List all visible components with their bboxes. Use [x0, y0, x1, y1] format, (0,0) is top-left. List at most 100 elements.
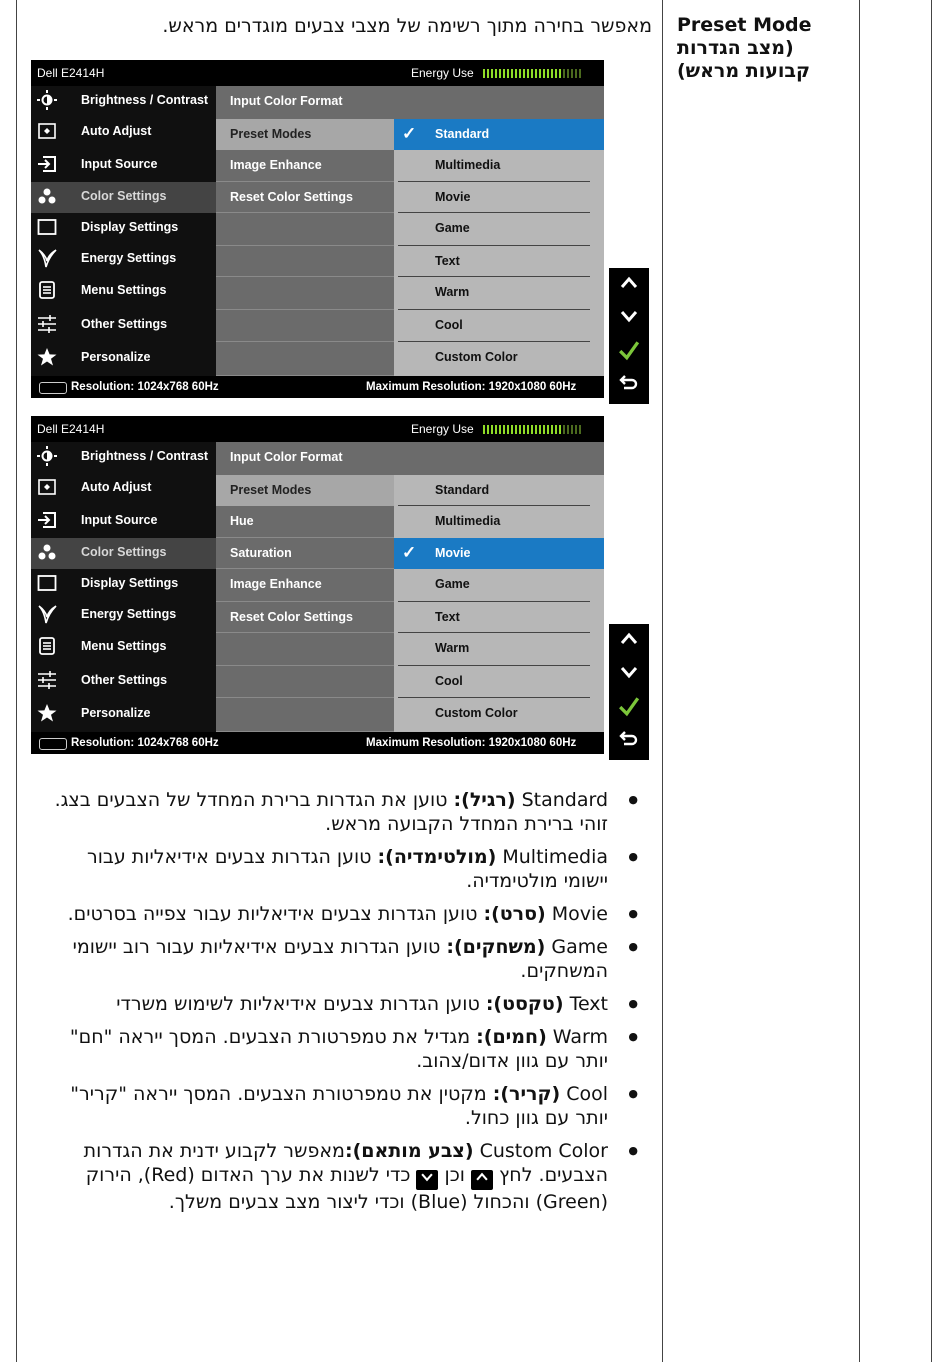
submenu-item — [216, 277, 394, 310]
back-button[interactable] — [609, 371, 649, 401]
preset-option[interactable]: Multimedia — [394, 150, 604, 182]
preset-option[interactable]: Warm — [394, 277, 604, 310]
preset-option[interactable]: Cool — [394, 666, 604, 698]
submenu-item[interactable]: Input Color Format — [216, 442, 394, 475]
submenu-item[interactable]: Hue — [216, 506, 394, 538]
menu-item-label: Personalize — [81, 706, 151, 720]
mode-name: Custom Color — [479, 1140, 608, 1162]
list-item: Cool (קריר): מקטין את טמפרטורת הצבעים. ה… — [38, 1082, 638, 1130]
menu-item-other-settings[interactable]: Other Settings — [31, 310, 216, 343]
menu-item-display-settings[interactable]: Display Settings — [31, 213, 216, 244]
menu-item-label: Auto Adjust — [81, 480, 152, 494]
submenu-item-label: Reset Color Settings — [230, 190, 353, 204]
up-button[interactable] — [609, 628, 649, 658]
submenu-item-label: Input Color Format — [230, 450, 343, 464]
preset-option[interactable]: Custom Color — [394, 698, 604, 732]
down-button[interactable] — [609, 305, 649, 335]
submenu-item[interactable]: Input Color Format — [216, 86, 394, 119]
list-item: Multimedia (מולטימדיה): טוען הגדרות צבעי… — [38, 845, 638, 893]
menu-item-label: Menu Settings — [81, 283, 167, 297]
menu-item-menu-settings[interactable]: Menu Settings — [31, 632, 216, 666]
down-icon — [619, 663, 639, 688]
menu-item-brightness-contrast[interactable]: Brightness / Contrast — [31, 442, 216, 473]
mode-description: טוען הגדרות צבעים אידיאליות עבור צפייה ב… — [67, 903, 484, 925]
input-source-icon — [37, 154, 57, 174]
vga-connector-icon — [39, 382, 67, 394]
menu-item-label: Display Settings — [81, 220, 179, 234]
down-button[interactable] — [609, 661, 649, 691]
menu-item-auto-adjust[interactable]: Auto Adjust — [31, 117, 216, 150]
menu-item-energy-settings[interactable]: Energy Settings — [31, 244, 216, 276]
preset-option[interactable]: Cool — [394, 310, 604, 342]
mode-name-hebrew: (צבע מותאם): — [344, 1140, 474, 1162]
preset-option[interactable]: Custom Color — [394, 342, 604, 376]
energy-use-label: Energy Use — [411, 66, 474, 80]
submenu-item[interactable]: Saturation — [216, 538, 394, 569]
back-button[interactable] — [609, 727, 649, 757]
vga-connector-icon — [39, 738, 67, 750]
preset-option[interactable]: Text — [394, 246, 604, 277]
submenu-item[interactable]: Reset Color Settings — [216, 602, 394, 633]
intro-text: מאפשר בחירה מתוך רשימה של מצבי צבעים מוג… — [162, 15, 652, 37]
preset-option[interactable]: Multimedia — [394, 506, 604, 538]
term-hebrew-2: קבועות מראש) — [677, 60, 810, 82]
menu-icon — [37, 636, 57, 656]
menu-item-personalize[interactable]: Personalize — [31, 699, 216, 732]
energy-meter — [483, 425, 583, 434]
preset-option-label: Warm — [435, 641, 470, 655]
main-menu: Brightness / Contrast Auto Adjust Input So… — [31, 86, 216, 376]
menu-item-brightness-contrast[interactable]: Brightness / Contrast — [31, 86, 216, 117]
preset-option[interactable]: Game — [394, 213, 604, 246]
mode-name: Multimedia — [502, 846, 608, 868]
list-item: Text (טקסט): טוען הגדרות צבעים אידיאליות… — [38, 992, 638, 1016]
preset-option-label: Cool — [435, 318, 463, 332]
menu-item-display-settings[interactable]: Display Settings — [31, 569, 216, 600]
preset-option[interactable]: ✓ Movie — [394, 538, 604, 569]
menu-item-menu-settings[interactable]: Menu Settings — [31, 276, 216, 310]
up-icon — [470, 1170, 493, 1190]
menu-item-auto-adjust[interactable]: Auto Adjust — [31, 473, 216, 506]
preset-option[interactable]: Warm — [394, 633, 604, 666]
up-button[interactable] — [609, 272, 649, 302]
preset-option[interactable]: Text — [394, 602, 604, 633]
preset-option[interactable]: Game — [394, 569, 604, 602]
mode-name-hebrew: (רגיל): — [453, 789, 516, 811]
check-button[interactable] — [609, 694, 649, 724]
energy-meter-off — [563, 425, 583, 434]
menu-item-other-settings[interactable]: Other Settings — [31, 666, 216, 699]
input-source-icon — [37, 510, 57, 530]
check-button[interactable] — [609, 338, 649, 368]
menu-item-color-settings[interactable]: Color Settings — [31, 538, 216, 569]
list-item: Warm (חמים): מגדיל את טמפרטורת הצבעים. ה… — [38, 1025, 638, 1073]
submenu-item[interactable]: Reset Color Settings — [216, 182, 394, 213]
preset-option — [394, 442, 604, 475]
list-item: Standard (רגיל): טוען את הגדרות ברירת המ… — [38, 788, 638, 836]
down-icon — [619, 307, 639, 332]
table-border-mid — [662, 0, 663, 1362]
preset-option[interactable]: Movie — [394, 182, 604, 213]
submenu-item[interactable]: Image Enhance — [216, 150, 394, 182]
preset-option-label: Movie — [435, 546, 471, 560]
preset-option-label: Custom Color — [435, 350, 518, 364]
mode-name: Movie — [551, 903, 608, 925]
table-border-term — [859, 0, 860, 1362]
mode-description: טוען הגדרות צבעים אידיאליות לשימוש משרדי — [116, 993, 486, 1015]
menu-item-label: Personalize — [81, 350, 151, 364]
menu-item-label: Input Source — [81, 513, 158, 527]
menu-item-input-source[interactable]: Input Source — [31, 150, 216, 182]
preset-option[interactable]: ✓ Standard — [394, 119, 604, 150]
menu-item-energy-settings[interactable]: Energy Settings — [31, 600, 216, 632]
submenu-item-label: Saturation — [230, 546, 292, 560]
submenu-item[interactable]: Preset Modes — [216, 475, 394, 506]
preset-option-label: Multimedia — [435, 158, 501, 172]
menu-item-input-source[interactable]: Input Source — [31, 506, 216, 538]
submenu-item[interactable]: Preset Modes — [216, 119, 394, 150]
preset-option[interactable]: Standard — [394, 475, 604, 506]
menu-item-color-settings[interactable]: Color Settings — [31, 182, 216, 213]
submenu-item[interactable]: Image Enhance — [216, 569, 394, 602]
term-hebrew-1: (מצב הגדרות — [677, 37, 794, 59]
check-icon: ✓ — [402, 124, 417, 143]
mode-name-hebrew: (קריר): — [492, 1083, 561, 1105]
mode-name: Standard — [521, 789, 608, 811]
menu-item-personalize[interactable]: Personalize — [31, 343, 216, 376]
